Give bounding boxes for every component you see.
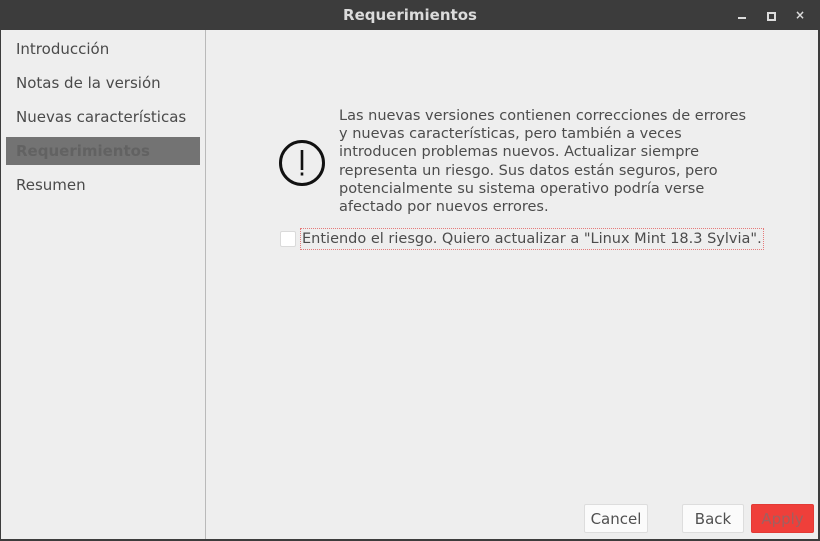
warning-exclamation-icon bbox=[279, 140, 325, 186]
minimize-icon bbox=[738, 17, 746, 19]
maximize-button[interactable] bbox=[763, 7, 779, 23]
upgrade-window: Requerimientos × Introducción Notas de l… bbox=[0, 0, 820, 541]
sidebar-item-nuevas-caracteristicas[interactable]: Nuevas características bbox=[6, 103, 200, 131]
agree-risk-label[interactable]: Entiendo el riesgo. Quiero actualizar a … bbox=[300, 228, 764, 250]
close-button[interactable]: × bbox=[792, 7, 808, 23]
warning-message: Las nuevas versiones contienen correccio… bbox=[339, 108, 747, 216]
minimize-button[interactable] bbox=[734, 7, 750, 23]
main-panel: Las nuevas versiones contienen correccio… bbox=[206, 30, 818, 539]
cancel-button[interactable]: Cancel bbox=[584, 504, 648, 533]
apply-button[interactable]: Apply bbox=[751, 504, 814, 533]
back-button[interactable]: Back bbox=[682, 504, 744, 533]
maximize-icon bbox=[767, 12, 776, 21]
sidebar-item-introduccion[interactable]: Introducción bbox=[6, 35, 200, 63]
agree-risk-checkbox[interactable] bbox=[280, 231, 296, 247]
sidebar: Introducción Notas de la versión Nuevas … bbox=[1, 30, 206, 539]
agree-risk-checkbox-row[interactable]: Entiendo el riesgo. Quiero actualizar a … bbox=[280, 228, 764, 250]
sidebar-item-requerimientos[interactable]: Requerimientos bbox=[6, 137, 200, 165]
sidebar-item-resumen[interactable]: Resumen bbox=[6, 171, 200, 199]
window-title: Requerimientos bbox=[343, 6, 477, 24]
title-bar[interactable]: Requerimientos × bbox=[0, 0, 820, 30]
close-icon: × bbox=[794, 8, 806, 22]
window-content: Introducción Notas de la versión Nuevas … bbox=[1, 30, 818, 539]
sidebar-item-notas-de-la-version[interactable]: Notas de la versión bbox=[6, 69, 200, 97]
